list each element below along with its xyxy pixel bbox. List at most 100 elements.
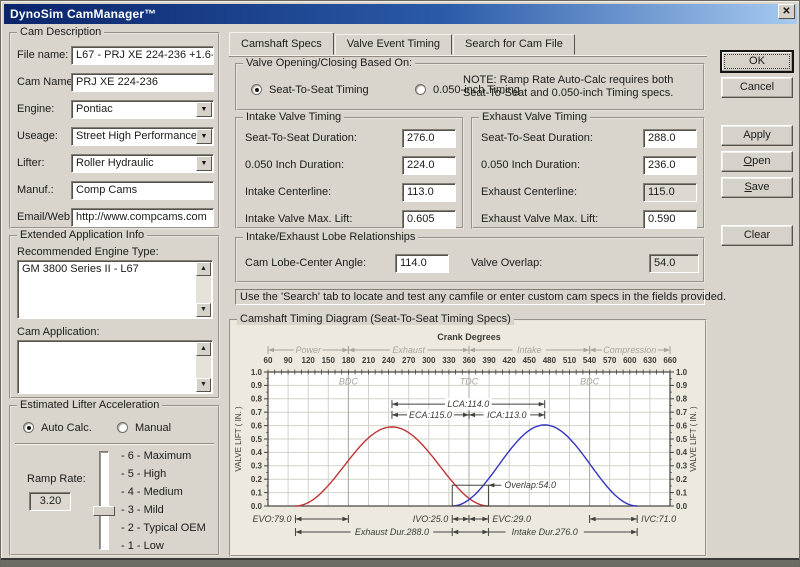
recommended-engine-type-textarea[interactable]: GM 3800 Series II - L67 ▲ ▼ [17,260,213,319]
valve-overlap-label: Valve Overlap: [471,257,542,269]
svg-text:240: 240 [382,356,396,365]
cam-application-textarea[interactable]: ▲ ▼ [17,340,213,394]
save-button[interactable]: Save [721,177,793,198]
svg-text:Intake Dur.276.0: Intake Dur.276.0 [512,527,578,537]
close-icon[interactable]: ✕ [778,4,795,19]
tab-valve-event-timing[interactable]: Valve Event Timing [335,34,452,55]
svg-text:120: 120 [302,356,316,365]
scroll-down-icon[interactable]: ▼ [196,378,211,392]
ok-button[interactable]: OK [721,51,793,72]
scroll-up-icon[interactable]: ▲ [196,262,211,276]
svg-text:0.9: 0.9 [676,381,688,390]
window-title: DynoSim CamManager™ [4,7,157,21]
exhaust-050-duration-field[interactable]: 236.0 [643,156,697,175]
chevron-down-icon[interactable]: ▼ [196,156,212,171]
svg-text:420: 420 [503,356,517,365]
chevron-down-icon[interactable]: ▼ [196,129,212,144]
svg-text:0.9: 0.9 [251,381,263,390]
exhaust-timing-title: Exhaust Valve Timing [479,111,590,123]
slider-label-medium: - 4 - Medium [121,486,183,498]
file-name-field[interactable]: L67 - PRJ XE 224-236 +1.6-1. [71,46,214,65]
tab-camshaft-specs[interactable]: Camshaft Specs [229,32,334,55]
svg-text:0.8: 0.8 [251,395,263,404]
svg-text:EVO:79.0: EVO:79.0 [252,514,291,524]
email-web-label: Email/Web: [17,211,73,223]
svg-text:630: 630 [643,356,657,365]
valve-overlap-field: 54.0 [649,254,699,273]
chevron-down-icon[interactable]: ▼ [196,102,212,117]
intake-centerline-field[interactable]: 113.0 [402,183,456,202]
scrollbar[interactable]: ▲ ▼ [196,262,211,317]
scrollbar[interactable]: ▲ ▼ [196,342,211,392]
scroll-up-icon[interactable]: ▲ [196,342,211,356]
manual-radio[interactable] [117,422,128,433]
lifter-acceleration-group: Estimated Lifter Acceleration Auto Calc.… [9,405,220,556]
seat-to-seat-radio[interactable] [251,84,262,95]
exhaust-max-lift-label: Exhaust Valve Max. Lift: [481,213,598,225]
svg-text:540: 540 [583,356,597,365]
svg-text:660: 660 [663,356,677,365]
recommended-engine-type-value: GM 3800 Series II - L67 [22,263,139,275]
svg-text:Compression: Compression [603,345,656,355]
svg-text:0.6: 0.6 [676,421,688,430]
auto-calc-radio[interactable] [23,422,34,433]
svg-text:Crank Degrees: Crank Degrees [437,332,501,342]
svg-text:300: 300 [422,356,436,365]
valve-basis-group: Valve Opening/Closing Based On: Seat-To-… [235,63,705,111]
svg-text:150: 150 [322,356,336,365]
svg-text:ECA:115.0: ECA:115.0 [409,410,452,420]
email-web-field[interactable]: http://www.compcams.com [71,208,214,227]
clear-button[interactable]: Clear [721,225,793,246]
timing-chart: BDCTDCBDCCrank DegreesPowerExhaustIntake… [232,330,704,554]
cancel-button[interactable]: Cancel [721,77,793,98]
scroll-down-icon[interactable]: ▼ [196,303,211,317]
useage-value: Street High Performance [76,130,197,142]
open-button[interactable]: Open [721,151,793,172]
cam-application-label: Cam Application: [17,326,100,338]
ramp-rate-slider-thumb[interactable] [93,506,115,516]
tab-search-for-cam-file[interactable]: Search for Cam File [453,34,575,55]
useage-select[interactable]: Street High Performance ▼ [71,127,214,146]
svg-text:270: 270 [402,356,416,365]
svg-text:0.1: 0.1 [676,488,688,497]
intake-sts-duration-field[interactable]: 276.0 [402,129,456,148]
svg-text:0.4: 0.4 [251,448,263,457]
svg-text:BDC: BDC [339,376,359,386]
050-inch-radio[interactable] [415,84,426,95]
intake-max-lift-label: Intake Valve Max. Lift: [245,213,352,225]
valve-basis-title: Valve Opening/Closing Based On: [243,57,415,69]
ramp-rate-slider-track[interactable] [99,451,109,550]
engine-select[interactable]: Pontiac ▼ [71,100,214,119]
cam-name-field[interactable]: PRJ XE 224-236 [71,73,214,92]
svg-text:ICA:113.0: ICA:113.0 [487,410,526,420]
svg-text:LCA:114.0: LCA:114.0 [447,399,489,409]
svg-text:0.0: 0.0 [676,502,688,511]
svg-text:0.2: 0.2 [676,475,688,484]
svg-text:360: 360 [462,356,476,365]
svg-text:Intake: Intake [517,345,542,355]
intake-max-lift-field[interactable]: 0.605 [402,210,456,229]
svg-text:Overlap:54.0: Overlap:54.0 [504,480,556,490]
exhaust-sts-duration-field[interactable]: 288.0 [643,129,697,148]
cam-lobe-center-angle-field[interactable]: 114.0 [395,254,449,273]
exhaust-valve-timing-group: Exhaust Valve Timing Seat-To-Seat Durati… [471,117,705,229]
manuf-field[interactable]: Comp Cams [71,181,214,200]
lifter-select[interactable]: Roller Hydraulic ▼ [71,154,214,173]
exhaust-centerline-field: 115.0 [643,183,697,202]
auto-calc-label: Auto Calc. [41,422,92,434]
svg-text:0.1: 0.1 [251,488,263,497]
lobe-title: Intake/Exhaust Lobe Relationships [243,231,418,243]
recommended-engine-type-label: Recommended Engine Type: [17,246,159,258]
cam-description-title: Cam Description [17,26,104,38]
exhaust-max-lift-field[interactable]: 0.590 [643,210,697,229]
svg-text:0.0: 0.0 [251,502,263,511]
svg-text:600: 600 [623,356,637,365]
ramp-rate-value: 3.20 [29,492,71,511]
seat-to-seat-label: Seat-To-Seat Timing [269,84,369,96]
manuf-label: Manuf.: [17,184,54,196]
svg-text:IVO:25.0: IVO:25.0 [413,514,449,524]
svg-text:60: 60 [264,356,273,365]
slider-label-mild: - 3 - Mild [121,504,164,516]
intake-050-duration-field[interactable]: 224.0 [402,156,456,175]
apply-button[interactable]: Apply [721,125,793,146]
